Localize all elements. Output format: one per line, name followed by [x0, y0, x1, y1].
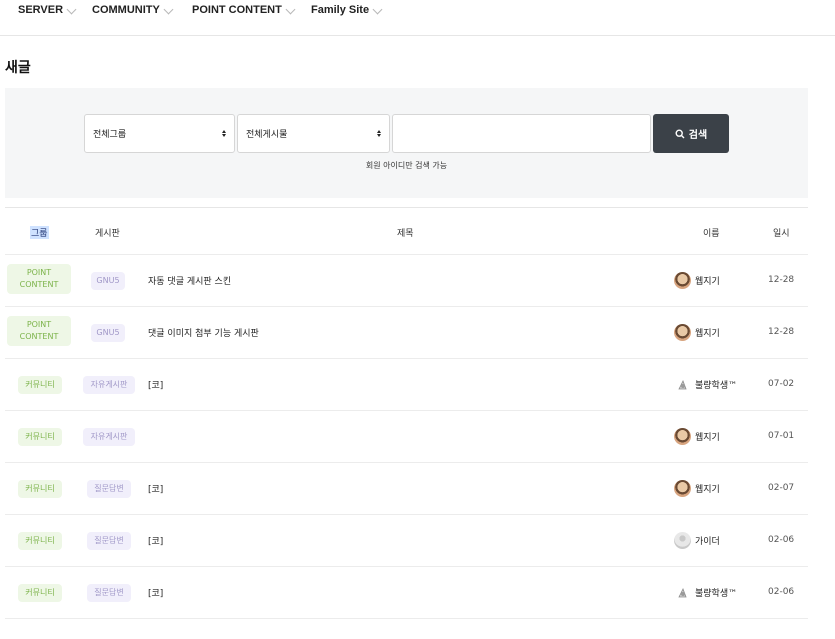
post-date: 02-07	[768, 483, 795, 493]
level-icon	[678, 588, 687, 598]
avatar	[674, 428, 691, 445]
avatar	[674, 532, 691, 549]
header-name: 이름	[703, 229, 720, 239]
list-item: 커뮤니티 자유게시판 웹지기 07-01	[5, 411, 808, 463]
board-badge[interactable]: 질문답변	[87, 532, 131, 550]
list-header: 그룹 게시판 제목 이름 일시	[5, 207, 808, 255]
list-item: POINT CONTENT GNU5 자동 댓글 게시판 스킨 웹지기 12-2…	[5, 255, 808, 307]
search-hint: 회원 아이디만 검색 가능	[365, 161, 448, 170]
author[interactable]: 가이더	[674, 532, 720, 549]
author[interactable]: 웹지기	[674, 272, 720, 289]
post-date: 12-28	[768, 275, 795, 285]
author[interactable]: 불량학생™	[674, 584, 737, 601]
post-list: 그룹 게시판 제목 이름 일시 POINT CONTENT GNU5 자동 댓글…	[5, 207, 808, 619]
chevron-down-icon	[372, 4, 383, 14]
post-date: 02-06	[768, 587, 795, 597]
board-badge[interactable]: GNU5	[91, 272, 125, 290]
post-subject[interactable]: [코]	[148, 378, 163, 391]
group-badge[interactable]: 커뮤니티	[18, 532, 62, 550]
board-select[interactable]: 전체게시물	[237, 114, 390, 153]
post-date: 07-02	[768, 379, 795, 389]
nav-point-content[interactable]: POINT CONTENT	[192, 4, 296, 16]
group-select[interactable]: 전체그룹	[84, 114, 235, 153]
header-group: 그룹	[30, 226, 49, 239]
board-badge[interactable]: 질문답변	[87, 480, 131, 498]
select-arrows-icon	[222, 130, 226, 137]
list-item: 커뮤니티 질문답변 [코] 가이더 02-06	[5, 515, 808, 567]
chevron-down-icon	[66, 4, 77, 14]
avatar	[674, 272, 691, 289]
avatar	[674, 480, 691, 497]
list-item: 커뮤니티 질문답변 [코] 불량학생™ 02-06	[5, 567, 808, 619]
nav-family-site[interactable]: Family Site	[311, 4, 383, 16]
avatar	[674, 324, 691, 341]
nav-community[interactable]: COMMUNITY	[92, 4, 174, 16]
board-badge[interactable]: 자유게시판	[83, 376, 135, 394]
page-title: 새글	[5, 59, 31, 75]
chevron-down-icon	[285, 4, 296, 14]
header-board: 게시판	[95, 229, 120, 239]
header-date: 일시	[773, 229, 790, 239]
post-date: 07-01	[768, 431, 795, 441]
author[interactable]: 불량학생™	[674, 376, 737, 393]
post-subject[interactable]: 자동 댓글 게시판 스킨	[148, 274, 231, 287]
header-subject: 제목	[397, 229, 414, 239]
chevron-down-icon	[163, 4, 174, 14]
group-badge[interactable]: 커뮤니티	[18, 376, 62, 394]
post-subject[interactable]: 댓글 이미지 첨부 기능 게시판	[148, 326, 259, 339]
group-badge[interactable]: POINT CONTENT	[7, 264, 71, 294]
nav-server[interactable]: SERVER	[18, 4, 77, 16]
post-subject[interactable]: [코]	[148, 482, 163, 495]
search-icon	[675, 128, 685, 138]
author[interactable]: 웹지기	[674, 428, 720, 445]
board-badge[interactable]: 자유게시판	[83, 428, 135, 446]
group-badge[interactable]: POINT CONTENT	[7, 316, 71, 346]
board-badge[interactable]: 질문답변	[87, 584, 131, 602]
group-badge[interactable]: 커뮤니티	[18, 428, 62, 446]
author[interactable]: 웹지기	[674, 324, 720, 341]
list-item: 커뮤니티 자유게시판 [코] 불량학생™ 07-02	[5, 359, 808, 411]
board-badge[interactable]: GNU5	[91, 324, 125, 342]
author[interactable]: 웹지기	[674, 480, 720, 497]
select-arrows-icon	[377, 130, 381, 137]
post-subject[interactable]: [코]	[148, 534, 163, 547]
list-item: 커뮤니티 질문답변 [코] 웹지기 02-07	[5, 463, 808, 515]
search-button[interactable]: 검색	[653, 114, 729, 153]
top-navigation: SERVER COMMUNITY POINT CONTENT Family Si…	[0, 0, 835, 36]
post-subject[interactable]: [코]	[148, 586, 163, 599]
list-item: POINT CONTENT GNU5 댓글 이미지 첨부 기능 게시판 웹지기 …	[5, 307, 808, 359]
search-panel: 전체그룹 전체게시물 검색 회원 아이디만 검색 가능	[5, 88, 808, 198]
post-date: 02-06	[768, 535, 795, 545]
search-input[interactable]	[392, 114, 651, 153]
group-badge[interactable]: 커뮤니티	[18, 480, 62, 498]
level-icon	[678, 380, 687, 390]
group-badge[interactable]: 커뮤니티	[18, 584, 62, 602]
post-date: 12-28	[768, 327, 795, 337]
